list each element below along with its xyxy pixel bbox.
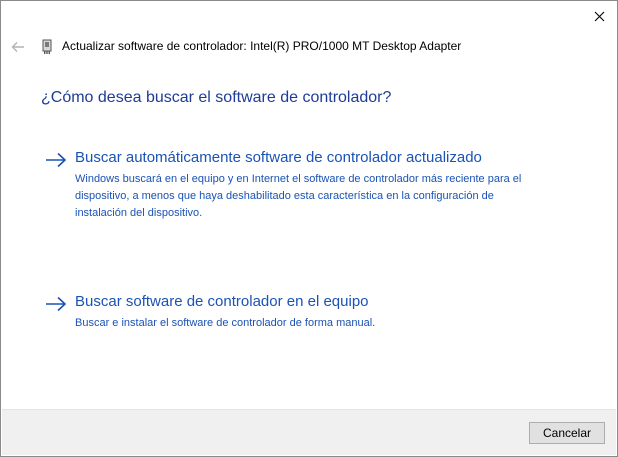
option-description: Windows buscará en el equipo y en Intern… — [75, 173, 522, 219]
page-heading: ¿Cómo desea buscar el software de contro… — [41, 89, 392, 106]
cancel-button[interactable]: Cancelar — [529, 422, 605, 444]
back-button[interactable] — [9, 38, 27, 56]
arrow-right-icon — [46, 296, 67, 312]
network-adapter-icon — [42, 39, 52, 54]
close-button[interactable] — [582, 2, 616, 30]
close-icon — [594, 11, 604, 21]
option-description: Buscar e instalar el software de control… — [75, 317, 376, 329]
option-title: Buscar automáticamente software de contr… — [75, 149, 482, 166]
wizard-window: Actualizar software de controlador: Inte… — [0, 0, 618, 457]
arrow-right-icon — [46, 152, 67, 168]
back-arrow-icon — [11, 42, 24, 52]
option-title: Buscar software de controlador en el equ… — [75, 293, 369, 310]
window-title: Actualizar software de controlador: Inte… — [62, 39, 462, 53]
footer-bar: Cancelar — [2, 409, 616, 455]
